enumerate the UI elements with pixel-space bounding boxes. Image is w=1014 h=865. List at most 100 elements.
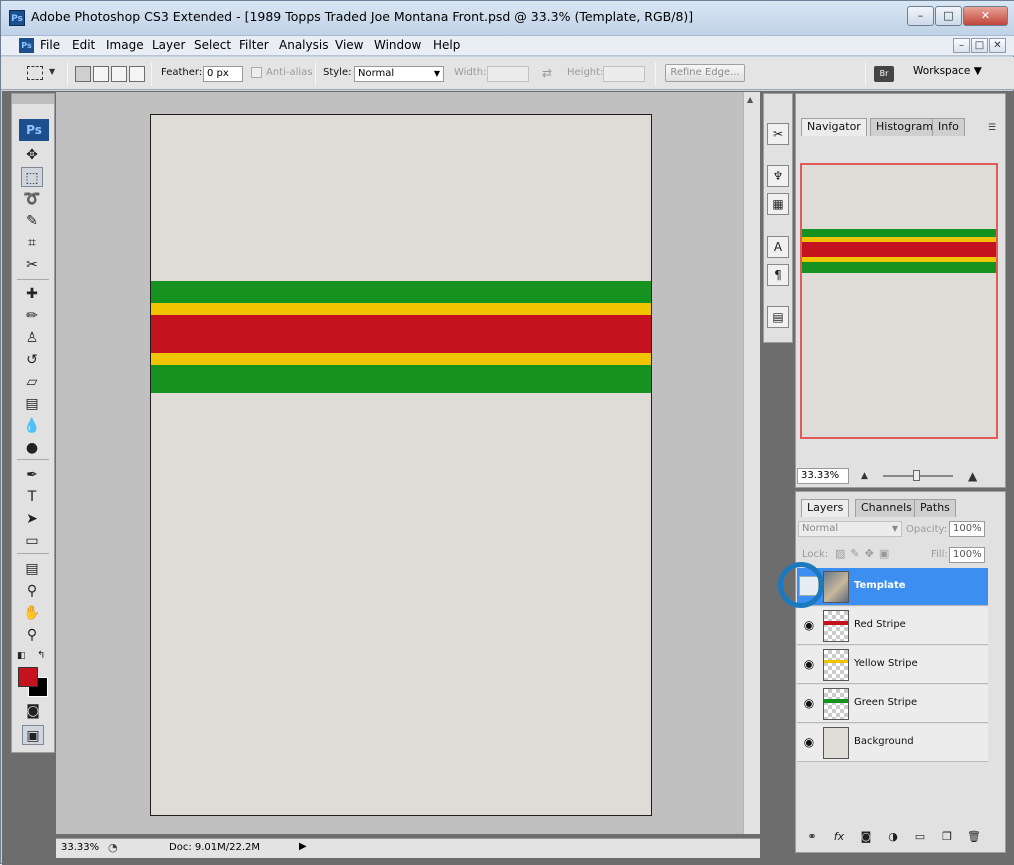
path-selection-tool-icon[interactable]: ➤: [21, 509, 43, 529]
new-group-icon[interactable]: ▭: [911, 829, 929, 845]
lock-icons[interactable]: ▨✎✥▣: [835, 547, 894, 560]
marquee-preset-icon[interactable]: [27, 66, 43, 80]
menu-filter[interactable]: Filter: [239, 38, 269, 52]
eye-icon[interactable]: ◉: [799, 693, 819, 713]
zoom-tool-icon[interactable]: ⚲: [21, 625, 43, 645]
tab-navigator[interactable]: Navigator: [801, 118, 867, 136]
eraser-tool-icon[interactable]: ▱: [21, 372, 43, 392]
menu-edit[interactable]: Edit: [72, 38, 95, 52]
status-info-icon[interactable]: ◔: [108, 841, 118, 854]
vertical-scrollbar[interactable]: ▲: [743, 92, 760, 834]
adjustment-layer-icon[interactable]: ◑: [884, 829, 902, 845]
doc-close-button[interactable]: ✕: [989, 38, 1006, 53]
link-layers-icon[interactable]: ⚭: [803, 829, 821, 845]
slice-tool-icon[interactable]: ✂: [21, 255, 43, 275]
doc-restore-button[interactable]: □: [971, 38, 988, 53]
width-input[interactable]: [487, 66, 529, 82]
doc-minimize-button[interactable]: –: [953, 38, 970, 53]
menu-window[interactable]: Window: [374, 38, 421, 52]
default-colors-icon[interactable]: ◧: [17, 651, 26, 661]
anti-alias-checkbox[interactable]: [251, 67, 262, 78]
zoom-in-icon[interactable]: ▲: [968, 469, 977, 483]
layer-comps-icon[interactable]: ▤: [767, 306, 789, 328]
swap-colors-icon[interactable]: ↰: [37, 650, 45, 661]
menu-select[interactable]: Select: [194, 38, 231, 52]
scroll-up-icon[interactable]: ▲: [747, 95, 753, 104]
add-to-selection-icon[interactable]: [93, 66, 109, 82]
hand-tool-icon[interactable]: ✋: [21, 603, 43, 623]
subtract-selection-icon[interactable]: [111, 66, 127, 82]
preset-dropdown-arrow-icon[interactable]: ▼: [49, 67, 55, 76]
menu-view[interactable]: View: [335, 38, 363, 52]
character-icon[interactable]: A: [767, 236, 789, 258]
menu-image[interactable]: Image: [106, 38, 144, 52]
tab-histogram[interactable]: Histogram: [870, 118, 940, 136]
layer-mask-icon[interactable]: ◙: [857, 829, 875, 845]
layer-row[interactable]: ◉ Red Stripe: [797, 607, 988, 645]
notes-tool-icon[interactable]: ▤: [21, 559, 43, 579]
type-tool-icon[interactable]: T: [21, 487, 43, 507]
opacity-input[interactable]: 100%: [949, 521, 985, 537]
document-menu-icon[interactable]: Ps: [19, 38, 34, 53]
layer-style-icon[interactable]: fx: [830, 829, 848, 845]
menu-analysis[interactable]: Analysis: [279, 38, 328, 52]
blend-mode-select[interactable]: Normal ▼: [798, 521, 902, 537]
maximize-button[interactable]: □: [935, 6, 962, 26]
eye-icon[interactable]: ◉: [799, 732, 819, 752]
close-button[interactable]: ✕: [963, 6, 1008, 26]
minimize-button[interactable]: –: [907, 6, 934, 26]
panel-menu-icon[interactable]: ☰: [988, 123, 996, 133]
move-tool-icon[interactable]: ✥: [21, 145, 43, 165]
magic-wand-tool-icon[interactable]: ✎: [21, 211, 43, 231]
tab-channels[interactable]: Channels: [855, 499, 918, 517]
tab-info[interactable]: Info: [932, 118, 965, 136]
fill-input[interactable]: 100%: [949, 547, 985, 563]
crop-tool-icon[interactable]: ⌗: [21, 233, 43, 253]
tool-presets-icon[interactable]: ✂: [767, 123, 789, 145]
zoom-out-icon[interactable]: ▲: [861, 471, 868, 481]
eye-icon[interactable]: ◉: [799, 615, 819, 635]
history-brush-tool-icon[interactable]: ↺: [21, 350, 43, 370]
height-input[interactable]: [603, 66, 645, 82]
eye-icon[interactable]: ◉: [799, 654, 819, 674]
feather-input[interactable]: 0 px: [203, 66, 243, 82]
lasso-tool-icon[interactable]: ➰: [21, 189, 43, 209]
delete-layer-icon[interactable]: 🗑: [965, 829, 983, 845]
bridge-icon[interactable]: Br: [874, 66, 894, 82]
clone-source-icon[interactable]: ♆: [767, 165, 789, 187]
intersect-selection-icon[interactable]: [129, 66, 145, 82]
navigator-preview[interactable]: [800, 163, 998, 439]
shape-tool-icon[interactable]: ▭: [21, 531, 43, 551]
clone-stamp-tool-icon[interactable]: ♙: [21, 328, 43, 348]
screen-mode-icon[interactable]: ▣: [22, 725, 44, 745]
gradient-tool-icon[interactable]: ▤: [21, 394, 43, 414]
layer-row[interactable]: ◉ Background: [797, 724, 988, 762]
paragraph-icon[interactable]: ¶: [767, 264, 789, 286]
refine-edge-button[interactable]: Refine Edge...: [665, 64, 745, 82]
layer-row[interactable]: ◉ Green Stripe: [797, 685, 988, 723]
status-zoom[interactable]: 33.33%: [61, 842, 99, 853]
style-select[interactable]: Normal ▼: [354, 66, 444, 82]
photoshop-logo[interactable]: Ps: [19, 119, 49, 141]
eyedropper-tool-icon[interactable]: ⚲: [21, 581, 43, 601]
foreground-color-swatch[interactable]: [18, 667, 38, 687]
dodge-tool-icon[interactable]: ●: [21, 438, 43, 458]
healing-brush-tool-icon[interactable]: ✚: [21, 284, 43, 304]
menu-layer[interactable]: Layer: [152, 38, 185, 52]
new-layer-icon[interactable]: ❐: [938, 829, 956, 845]
zoom-slider-handle[interactable]: [913, 470, 920, 481]
quick-mask-icon[interactable]: ◙: [22, 701, 44, 721]
layer-row[interactable]: Template: [797, 568, 988, 606]
layer-row[interactable]: ◉ Yellow Stripe: [797, 646, 988, 684]
toolbox-grip[interactable]: [12, 94, 54, 104]
blur-tool-icon[interactable]: 💧: [21, 416, 43, 436]
pen-tool-icon[interactable]: ✒: [21, 465, 43, 485]
document-canvas[interactable]: [150, 114, 652, 816]
status-menu-arrow-icon[interactable]: ▶: [299, 841, 307, 852]
tab-layers[interactable]: Layers: [801, 499, 850, 517]
swap-dimensions-icon[interactable]: ⇄: [542, 66, 552, 80]
menu-file[interactable]: File: [40, 38, 60, 52]
rectangular-marquee-tool-icon[interactable]: ⬚: [21, 167, 43, 187]
tab-paths[interactable]: Paths: [914, 499, 956, 517]
new-selection-icon[interactable]: [75, 66, 91, 82]
